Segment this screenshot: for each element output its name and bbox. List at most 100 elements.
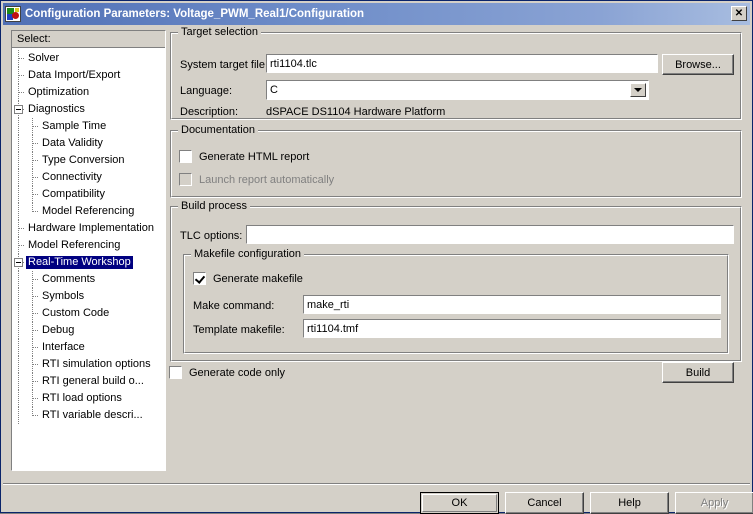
apply-button: Apply [675,492,753,514]
build-button[interactable]: Build [662,362,734,383]
tree-connector [12,101,26,118]
sidebar-item-compatibility[interactable]: Compatibility [12,186,165,203]
sidebar-item-custom-code[interactable]: Custom Code [12,305,165,322]
tlc-options-label: TLC options: [180,230,243,242]
sidebar-item-hardware-implementation[interactable]: Hardware Implementation [12,220,165,237]
sidebar-item-label: Interface [42,341,85,353]
sidebar-item-model-referencing[interactable]: Model Referencing [12,203,165,220]
tree-connector [12,407,26,424]
tree-connector [26,203,40,220]
sidebar-item-label: Data Import/Export [28,69,121,81]
sidebar-item-label: Model Referencing [42,205,135,217]
tree-connector [12,152,26,169]
template-makefile-label: Template makefile: [193,324,285,336]
checkbox-box[interactable] [193,272,206,285]
tree-connector [12,186,26,203]
checkbox-box[interactable] [179,150,192,163]
tree-expander-icon[interactable] [14,258,23,267]
generate-makefile-label: Generate makefile [213,272,303,285]
ok-button[interactable]: OK [420,492,499,514]
title-bar: Configuration Parameters: Voltage_PWM_Re… [3,3,750,25]
sidebar-item-data-import-export[interactable]: Data Import/Export [12,67,165,84]
sidebar-item-interface[interactable]: Interface [12,339,165,356]
sidebar-item-label: RTI simulation options [42,358,151,370]
sidebar-item-rti-simulation-options[interactable]: RTI simulation options [12,356,165,373]
build-process-title: Build process [178,200,251,212]
launch-report-automatically-label: Launch report automatically [199,173,335,186]
sidebar-item-real-time-workshop[interactable]: Real-Time Workshop [12,254,165,271]
browse-button[interactable]: Browse... [662,54,734,75]
sidebar-item-rti-general-build-o[interactable]: RTI general build o... [12,373,165,390]
help-button[interactable]: Help [590,492,669,514]
sidebar-item-optimization[interactable]: Optimization [12,84,165,101]
window-title: Configuration Parameters: Voltage_PWM_Re… [25,8,365,20]
tree-connector [26,339,40,356]
system-target-file-input[interactable]: rti1104.tlc [266,54,658,73]
sidebar-item-symbols[interactable]: Symbols [12,288,165,305]
tree-connector [26,152,40,169]
generate-html-report-label: Generate HTML report [199,150,310,163]
tree-connector [12,169,26,186]
sidebar-item-connectivity[interactable]: Connectivity [12,169,165,186]
tree-connector [12,220,26,237]
makefile-configuration-title: Makefile configuration [191,248,305,260]
target-selection-group: Target selection [170,26,742,120]
tree-connector [26,135,40,152]
documentation-group: Documentation [170,124,742,198]
sidebar-item-rti-variable-descri[interactable]: RTI variable descri... [12,407,165,424]
language-select[interactable]: C [266,80,649,100]
template-makefile-input[interactable]: rti1104.tmf [303,319,721,338]
checkbox-box[interactable] [169,366,182,379]
sidebar-item-label: Optimization [28,86,90,98]
language-selected-value: C [270,84,278,96]
sidebar-item-label: Comments [42,273,96,285]
sidebar-item-sample-time[interactable]: Sample Time [12,118,165,135]
generate-makefile-checkbox[interactable]: Generate makefile [193,272,303,285]
tree-expander-icon[interactable] [14,105,23,114]
sidebar-item-label: Debug [42,324,75,336]
sidebar-item-type-conversion[interactable]: Type Conversion [12,152,165,169]
tlc-options-input[interactable] [246,225,734,244]
tree-connector [26,271,40,288]
sidebar-item-label: Custom Code [42,307,110,319]
sidebar-item-comments[interactable]: Comments [12,271,165,288]
generate-code-only-checkbox[interactable]: Generate code only [169,366,285,379]
tree-connector [12,339,26,356]
select-tree-panel[interactable]: Select: Solver Data Import/Export Optimiza… [11,30,166,471]
select-tree-body[interactable]: Solver Data Import/Export Optimization Diag… [12,48,165,424]
tree-connector [12,288,26,305]
sidebar-item-label: RTI load options [42,392,122,404]
tree-connector [12,67,26,84]
make-command-input[interactable]: make_rti [303,295,721,314]
launch-report-automatically-checkbox: Launch report automatically [179,173,334,186]
generate-html-report-checkbox[interactable]: Generate HTML report [179,150,309,163]
tree-connector [12,203,26,220]
sidebar-item-diagnostics[interactable]: Diagnostics [12,101,165,118]
sidebar-item-label: RTI general build o... [42,375,144,387]
language-label: Language: [180,85,232,97]
sidebar-item-solver[interactable]: Solver [12,50,165,67]
chevron-down-icon[interactable] [630,83,646,97]
tree-connector [12,135,26,152]
dialog-client-area: Select: Solver Data Import/Export Optimiza… [3,26,753,514]
simulink-model-icon [5,6,21,22]
sidebar-item-label: Data Validity [42,137,103,149]
system-target-file-label: System target file: [180,59,269,71]
sidebar-item-rti-load-options[interactable]: RTI load options [12,390,165,407]
tree-connector [26,169,40,186]
sidebar-item-debug[interactable]: Debug [12,322,165,339]
tree-connector [26,322,40,339]
tree-connector [12,373,26,390]
tree-connector [26,186,40,203]
close-icon[interactable]: ✕ [731,6,747,21]
tree-connector [12,356,26,373]
description-value: dSPACE DS1104 Hardware Platform [266,106,446,118]
tree-connector [26,305,40,322]
select-tree-header: Select: [12,31,165,48]
footer-separator [3,483,750,485]
cancel-button[interactable]: Cancel [505,492,584,514]
tree-connector [26,288,40,305]
sidebar-item-data-validity[interactable]: Data Validity [12,135,165,152]
sidebar-item-model-referencing[interactable]: Model Referencing [12,237,165,254]
configuration-parameters-dialog: Configuration Parameters: Voltage_PWM_Re… [0,0,753,514]
